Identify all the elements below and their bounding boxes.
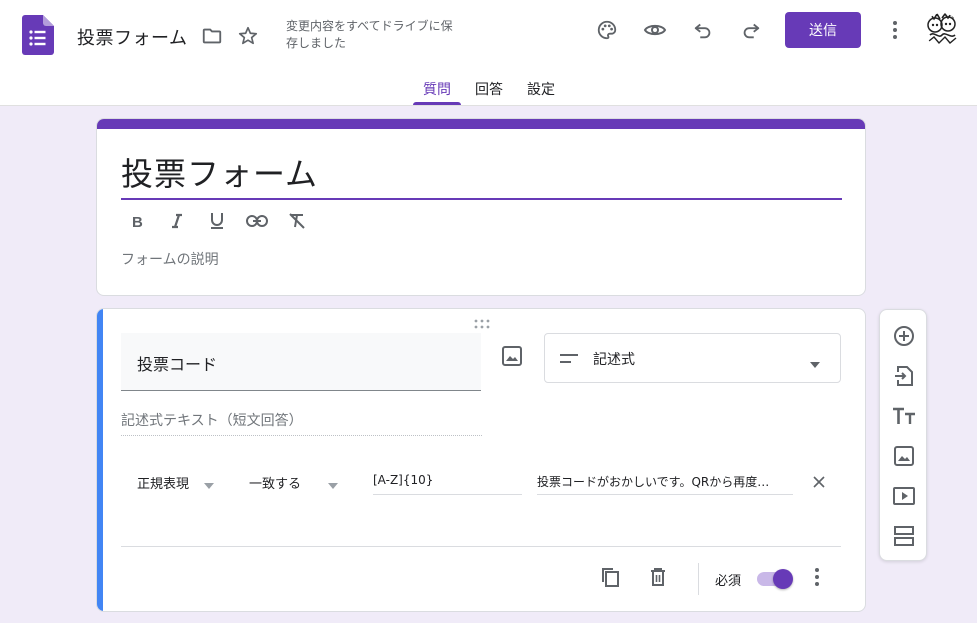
floating-side-toolbar [879,309,927,561]
svg-text:B: B [132,214,143,229]
add-title-icon[interactable] [892,404,916,428]
validation-condition-label: 一致する [249,477,302,492]
tab-responses[interactable]: 回答 [475,79,503,99]
required-toggle[interactable] [757,569,793,589]
clear-format-icon[interactable] [285,209,309,233]
add-section-icon[interactable] [892,524,916,548]
app-header: 投票フォーム 変更内容をすべてドライブに保存しました 送信 質問 回答 設定 [0,0,977,106]
add-video-icon[interactable] [892,484,916,508]
star-icon[interactable] [234,22,262,50]
palette-icon[interactable] [593,16,621,44]
validation-category-label: 正規表現 [137,477,190,492]
form-title[interactable]: 投票フォーム [121,149,318,195]
chevron-down-icon [203,475,215,494]
title-card-accent [97,119,865,129]
format-toolbar: B [125,209,309,233]
question-title-field[interactable]: 投票コード [121,333,481,391]
question-card[interactable]: 投票コード 記述式 記述式テキスト（短文回答） 正規表現 一致する [A-Z]{… [96,308,866,612]
question-type-dropdown[interactable]: 記述式 [544,333,841,383]
account-avatar[interactable] [925,13,959,47]
form-title-card[interactable]: 投票フォーム B フォームの説明 [96,118,866,296]
required-label: 必須 [715,574,742,589]
footer-divider [121,546,841,547]
tab-settings[interactable]: 設定 [527,79,555,99]
question-type-label: 記述式 [593,352,635,368]
short-answer-icon [559,351,579,370]
undo-icon[interactable] [689,16,717,44]
custom-error-text-input[interactable]: 投票コードがおかしいです。QRから再度… [537,469,793,495]
more-options-icon[interactable] [881,16,909,44]
chevron-down-icon [809,354,821,373]
answer-placeholder: 記述式テキスト（短文回答） [121,410,482,436]
italic-icon[interactable] [165,209,189,233]
redo-icon[interactable] [737,16,765,44]
title-underline [121,198,842,200]
validation-condition-select[interactable]: 一致する [233,469,343,495]
footer-vertical-divider [698,563,699,595]
add-question-icon[interactable] [892,324,916,348]
document-title[interactable]: 投票フォーム [77,24,187,50]
toggle-knob [773,569,793,589]
add-image-icon[interactable] [501,345,525,369]
response-validation-row: 正規表現 一致する [A-Z]{10} 投票コードがおかしいです。QRから再度… [121,469,841,499]
close-icon[interactable] [809,472,829,492]
send-button[interactable]: 送信 [785,12,861,48]
duplicate-icon[interactable] [598,565,622,589]
link-icon[interactable] [245,209,269,233]
preview-eye-icon[interactable] [641,16,669,44]
main-tabs: 質問 回答 設定 [0,74,977,106]
validation-category-select[interactable]: 正規表現 [121,469,221,495]
form-description-field[interactable]: フォームの説明 [121,249,219,269]
question-title: 投票コード [137,355,218,374]
chevron-down-icon [327,475,339,494]
drag-handle-icon[interactable] [473,315,491,329]
more-options-icon[interactable] [805,565,829,589]
bold-icon[interactable]: B [125,209,149,233]
active-tab-indicator [413,102,461,105]
active-question-indicator [97,309,103,611]
add-image-icon[interactable] [892,444,916,468]
save-status: 変更内容をすべてドライブに保存しました [286,19,453,50]
tab-questions[interactable]: 質問 [423,79,451,99]
underline-icon[interactable] [205,209,229,233]
delete-icon[interactable] [646,565,670,589]
move-to-folder-icon[interactable] [198,22,226,50]
regex-pattern-input[interactable]: [A-Z]{10} [373,469,522,495]
forms-logo-icon[interactable] [22,15,54,55]
import-questions-icon[interactable] [892,364,916,388]
